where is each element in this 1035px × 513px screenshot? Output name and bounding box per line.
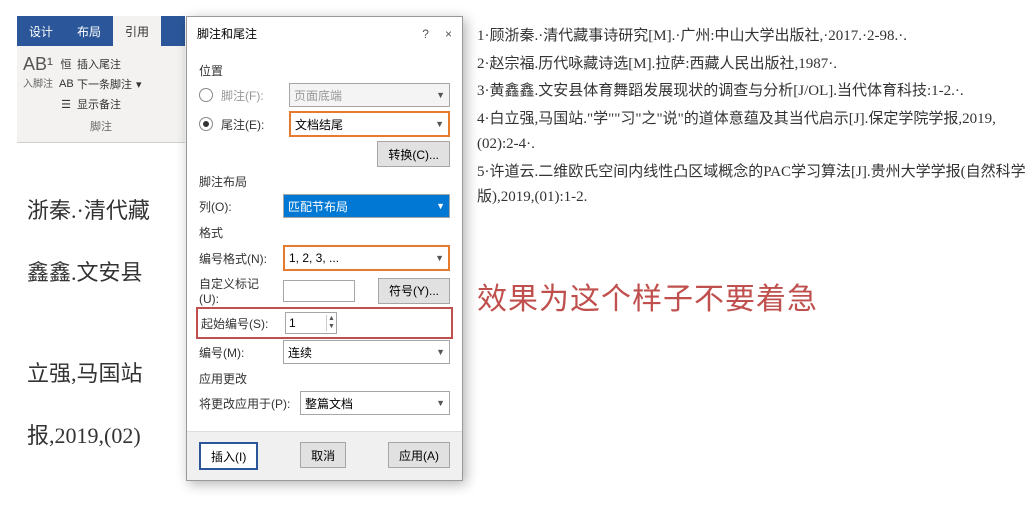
chevron-down-icon: ▼ bbox=[436, 347, 445, 357]
annotation-callout: 效果为这个样子不要着急 bbox=[477, 274, 818, 318]
reference-item: 3·黄鑫鑫.文安县体育舞蹈发展现状的调查与分析[J/OL].当代体育科技:1-2… bbox=[477, 79, 1027, 105]
document-line: 鑫鑫.文安县 bbox=[27, 242, 187, 304]
footnote-location-combo: 页面底端▼ bbox=[289, 83, 450, 107]
start-at-input[interactable]: ▲▼ bbox=[285, 312, 337, 334]
chevron-down-icon: ▼ bbox=[435, 119, 444, 129]
tab-layout[interactable]: 布局 bbox=[65, 16, 113, 46]
footnote-radio-label: 脚注(F): bbox=[221, 87, 283, 104]
custom-mark-input[interactable] bbox=[283, 280, 355, 302]
reference-item: 2·赵宗福.历代咏藏诗选[M].拉萨:西藏人民出版社,1987·. bbox=[477, 52, 1027, 78]
chevron-down-icon: ▼ bbox=[435, 253, 444, 263]
reference-item: 4·白立强,马国站."学""习"之"说"的道体意蕴及其当代启示[J].保定学院学… bbox=[477, 107, 1027, 158]
start-at-label: 起始编号(S): bbox=[201, 315, 279, 332]
number-format-label: 编号格式(N): bbox=[199, 250, 277, 267]
section-apply: 应用更改 bbox=[199, 370, 450, 387]
tab-design[interactable]: 设计 bbox=[17, 16, 65, 46]
endnote-radio[interactable] bbox=[199, 117, 213, 131]
ribbon-group-label: 脚注 bbox=[23, 114, 179, 134]
document-line: 立强,马国站 bbox=[27, 343, 187, 405]
numbering-label: 编号(M): bbox=[199, 344, 277, 361]
spinner-down-icon[interactable]: ▼ bbox=[327, 323, 336, 331]
number-format-combo[interactable]: 1, 2, 3, ...▼ bbox=[283, 245, 450, 271]
chevron-down-icon: ▼ bbox=[436, 398, 445, 408]
show-notes-icon: ☰ bbox=[59, 98, 73, 111]
insert-endnote-button[interactable]: 恒插入尾注 bbox=[59, 54, 142, 74]
endnote-location-combo[interactable]: 文档结尾▼ bbox=[289, 111, 450, 137]
reference-item: 1·顾浙秦.·清代藏事诗研究[M].·广州:中山大学出版社,·2017.·2-9… bbox=[477, 24, 1027, 50]
apply-to-label: 将更改应用于(P): bbox=[199, 395, 294, 412]
footnote-dialog: 脚注和尾注 ? × 位置 脚注(F): 页面底端▼ 尾注(E): 文档结尾▼ 转… bbox=[186, 16, 463, 481]
references-list: 1·顾浙秦.·清代藏事诗研究[M].·广州:中山大学出版社,·2017.·2-9… bbox=[477, 24, 1027, 213]
cancel-button[interactable]: 取消 bbox=[300, 442, 346, 468]
insert-button[interactable]: 插入(I) bbox=[199, 442, 258, 470]
footnote-radio[interactable] bbox=[199, 88, 213, 102]
apply-to-combo[interactable]: 整篇文档▼ bbox=[300, 391, 450, 415]
section-layout: 脚注布局 bbox=[199, 173, 450, 190]
insert-footnote-big-button[interactable]: AB¹ bbox=[23, 54, 53, 75]
ribbon: 设计 布局 引用 AB¹ 入脚注 恒插入尾注 AB下一条脚注 ▾ ☰显示备注 脚… bbox=[17, 16, 185, 143]
ribbon-toolbar: AB¹ 入脚注 恒插入尾注 AB下一条脚注 ▾ ☰显示备注 脚注 bbox=[17, 46, 185, 143]
tab-references[interactable]: 引用 bbox=[113, 16, 161, 46]
ribbon-tabs: 设计 布局 引用 bbox=[17, 16, 185, 46]
document-body: 浙秦.·清代藏 鑫鑫.文安县 立强,马国站 报,2019,(02) bbox=[27, 180, 187, 466]
chevron-down-icon: ▼ bbox=[436, 90, 445, 100]
close-button[interactable]: × bbox=[445, 27, 452, 41]
symbol-button[interactable]: 符号(Y)... bbox=[378, 278, 450, 304]
chevron-down-icon: ▼ bbox=[436, 201, 445, 211]
columns-combo[interactable]: 匹配节布局▼ bbox=[283, 194, 450, 218]
convert-button[interactable]: 转换(C)... bbox=[377, 141, 450, 167]
section-position: 位置 bbox=[199, 62, 450, 79]
endnote-radio-label: 尾注(E): bbox=[221, 116, 283, 133]
insert-footnote-label: 入脚注 bbox=[23, 75, 53, 90]
apply-button[interactable]: 应用(A) bbox=[388, 442, 450, 468]
spinner-up-icon[interactable]: ▲ bbox=[327, 315, 336, 323]
next-footnote-icon: AB bbox=[59, 78, 73, 90]
chevron-down-icon: ▾ bbox=[136, 78, 142, 91]
columns-label: 列(O): bbox=[199, 198, 277, 215]
show-notes-button[interactable]: ☰显示备注 bbox=[59, 94, 142, 114]
document-line bbox=[27, 303, 187, 343]
help-button[interactable]: ? bbox=[422, 27, 429, 41]
next-footnote-button[interactable]: AB下一条脚注 ▾ bbox=[59, 74, 142, 94]
endnote-icon: 恒 bbox=[59, 56, 73, 72]
custom-mark-label: 自定义标记(U): bbox=[199, 275, 277, 306]
numbering-combo[interactable]: 连续▼ bbox=[283, 340, 450, 364]
document-line: 浙秦.·清代藏 bbox=[27, 180, 187, 242]
document-line: 报,2019,(02) bbox=[27, 405, 187, 467]
section-format: 格式 bbox=[199, 224, 450, 241]
reference-item: 5·许道云.二维欧氏空间内线性凸区域概念的PAC学习算法[J].贵州大学学报(自… bbox=[477, 160, 1027, 211]
dialog-title: 脚注和尾注 bbox=[197, 25, 257, 42]
